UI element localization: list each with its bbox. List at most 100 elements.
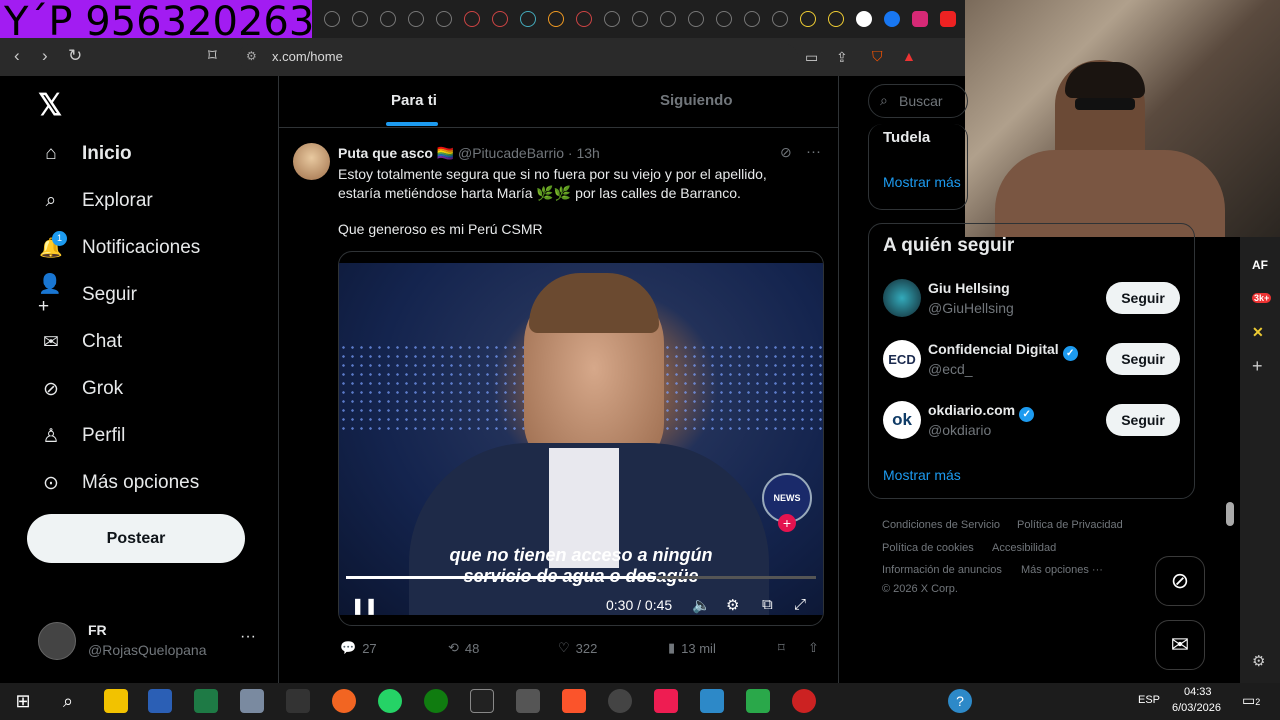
search-placeholder[interactable]: Buscar xyxy=(899,93,943,109)
epic-games-icon[interactable] xyxy=(470,689,494,713)
follow-button[interactable]: Seguir xyxy=(1106,343,1180,375)
app-icon[interactable] xyxy=(746,689,770,713)
app-icon[interactable] xyxy=(332,689,356,713)
account-name[interactable]: FR xyxy=(88,622,107,638)
pause-icon[interactable]: ❚❚ xyxy=(351,596,378,616)
tiktok-icon[interactable] xyxy=(654,689,678,713)
fullscreen-icon[interactable]: ⤢ xyxy=(794,596,806,613)
trend-item[interactable]: Tudela xyxy=(883,129,930,146)
tab-favicon[interactable] xyxy=(604,11,620,27)
cast-icon[interactable]: ▭ xyxy=(805,49,818,66)
post-handle-time[interactable]: @PitucadeBarrio · 13h xyxy=(458,145,600,161)
tab-favicon[interactable] xyxy=(436,11,452,27)
facebook-tab-icon[interactable] xyxy=(884,11,900,27)
help-icon[interactable]: ? xyxy=(948,689,972,713)
search-icon[interactable]: ⌕ xyxy=(56,689,80,713)
sidebar-item-seguir[interactable]: 👤+ Seguir xyxy=(38,274,137,317)
tab-favicon[interactable] xyxy=(520,11,536,27)
post-button[interactable]: Postear xyxy=(27,514,245,563)
tab-favicon[interactable] xyxy=(828,11,844,27)
tab-favicon[interactable] xyxy=(324,11,340,27)
show-more-link[interactable]: Mostrar más xyxy=(883,467,961,483)
file-explorer-icon[interactable] xyxy=(104,689,128,713)
app-icon[interactable] xyxy=(700,689,724,713)
footer-link[interactable]: Accesibilidad xyxy=(992,542,1056,554)
share-icon[interactable]: ⇪ xyxy=(836,49,848,66)
sidebar-item-notificaciones[interactable]: 🔔 1 Notificaciones xyxy=(38,230,200,266)
tab-favicon[interactable] xyxy=(492,11,508,27)
like-button[interactable]: ♡ 322 xyxy=(558,640,597,656)
tab-favicon[interactable] xyxy=(408,11,424,27)
forward-button[interactable]: › xyxy=(42,46,48,66)
footer-link[interactable]: Política de Privacidad xyxy=(1017,519,1123,531)
tab-following[interactable]: Siguiendo xyxy=(660,92,733,109)
post-more-icon[interactable]: ··· xyxy=(806,143,821,160)
xbox-icon[interactable] xyxy=(424,689,448,713)
follow-name[interactable]: okdiario.com ✓ xyxy=(928,402,1035,422)
repost-button[interactable]: ⟲ 48 xyxy=(448,640,479,656)
share-button[interactable]: ⇧ xyxy=(808,640,819,656)
tab-favicon[interactable] xyxy=(352,11,368,27)
footer-link[interactable]: Condiciones de Servicio xyxy=(882,519,1000,531)
show-more-link[interactable]: Mostrar más xyxy=(883,174,961,190)
app-icon[interactable] xyxy=(286,689,310,713)
tab-favicon[interactable] xyxy=(632,11,648,27)
settings-icon[interactable]: ⚙ xyxy=(726,596,739,614)
back-button[interactable]: ‹ xyxy=(14,46,20,66)
account-avatar[interactable] xyxy=(38,622,76,660)
app-icon[interactable] xyxy=(516,689,540,713)
follow-avatar[interactable]: ECD xyxy=(883,340,921,378)
follow-handle[interactable]: @okdiario xyxy=(928,422,991,438)
post-author-name[interactable]: Puta que asco 🏳️‍🌈 xyxy=(338,145,454,162)
instagram-tab-icon[interactable] xyxy=(912,11,928,27)
language-indicator[interactable]: ESP xyxy=(1138,694,1160,706)
excel-icon[interactable] xyxy=(194,689,218,713)
footer-link[interactable]: Política de cookies xyxy=(882,542,974,554)
side-panel-item[interactable]: 3k+ xyxy=(1252,293,1272,303)
windows-start-icon[interactable]: ⊞ xyxy=(11,689,35,713)
word-icon[interactable] xyxy=(148,689,172,713)
url-text[interactable]: x.com/home xyxy=(272,49,343,64)
sidebar-item-perfil[interactable]: ♙ Perfil xyxy=(38,418,125,454)
scrollbar-thumb[interactable] xyxy=(1226,502,1234,526)
sidebar-item-mas-opciones[interactable]: ⊙ Más opciones xyxy=(38,465,199,501)
side-panel-item[interactable]: AF xyxy=(1252,258,1268,272)
grok-floating-button[interactable]: ⊘ xyxy=(1155,556,1205,606)
site-info-icon[interactable]: ⚙ xyxy=(246,49,257,63)
messages-floating-button[interactable]: ✉ xyxy=(1155,620,1205,670)
rewards-icon[interactable]: ▲ xyxy=(902,48,916,64)
tab-for-you[interactable]: Para ti xyxy=(391,92,437,109)
follow-button[interactable]: Seguir xyxy=(1106,404,1180,436)
bookmark-icon[interactable]: ⌑ xyxy=(208,46,217,66)
follow-handle[interactable]: @ecd_ xyxy=(928,361,973,377)
google-tab-icon[interactable] xyxy=(856,11,872,27)
volume-icon[interactable]: 🔈 xyxy=(692,596,711,614)
side-panel-add-icon[interactable]: + xyxy=(1252,356,1263,377)
whatsapp-icon[interactable] xyxy=(378,689,402,713)
side-panel-item[interactable]: ✕ xyxy=(1252,324,1264,341)
brave-shield-icon[interactable]: ⛉ xyxy=(872,48,883,65)
account-more-icon[interactable]: ··· xyxy=(240,628,256,646)
tab-favicon[interactable] xyxy=(548,11,564,27)
notifications-icon[interactable]: ▭2 xyxy=(1242,692,1260,709)
follow-name[interactable]: Giu Hellsing xyxy=(928,280,1010,296)
tab-favicon[interactable] xyxy=(576,11,592,27)
follow-avatar[interactable]: ok xyxy=(883,401,921,439)
app-icon[interactable] xyxy=(608,689,632,713)
tab-favicon[interactable] xyxy=(380,11,396,27)
tab-favicon[interactable] xyxy=(940,11,956,27)
settings-icon[interactable]: ⚙ xyxy=(1252,652,1265,670)
follow-button[interactable]: Seguir xyxy=(1106,282,1180,314)
sidebar-item-explorar[interactable]: ⌕ Explorar xyxy=(38,183,153,219)
reload-button[interactable]: ↻ xyxy=(68,46,82,66)
bookmark-button[interactable]: ⌑ xyxy=(778,640,785,656)
clock-date[interactable]: 6/03/2026 xyxy=(1172,702,1221,714)
post-author-avatar[interactable] xyxy=(293,143,330,180)
calculator-icon[interactable] xyxy=(240,689,264,713)
follow-handle[interactable]: @GiuHellsing xyxy=(928,300,1014,316)
sidebar-item-grok[interactable]: ⊘ Grok xyxy=(38,371,123,407)
tab-favicon[interactable] xyxy=(744,11,760,27)
tab-favicon[interactable] xyxy=(800,11,816,27)
x-logo[interactable]: 𝕏 xyxy=(38,88,62,123)
sidebar-item-inicio[interactable]: ⌂ Inicio xyxy=(38,136,131,172)
